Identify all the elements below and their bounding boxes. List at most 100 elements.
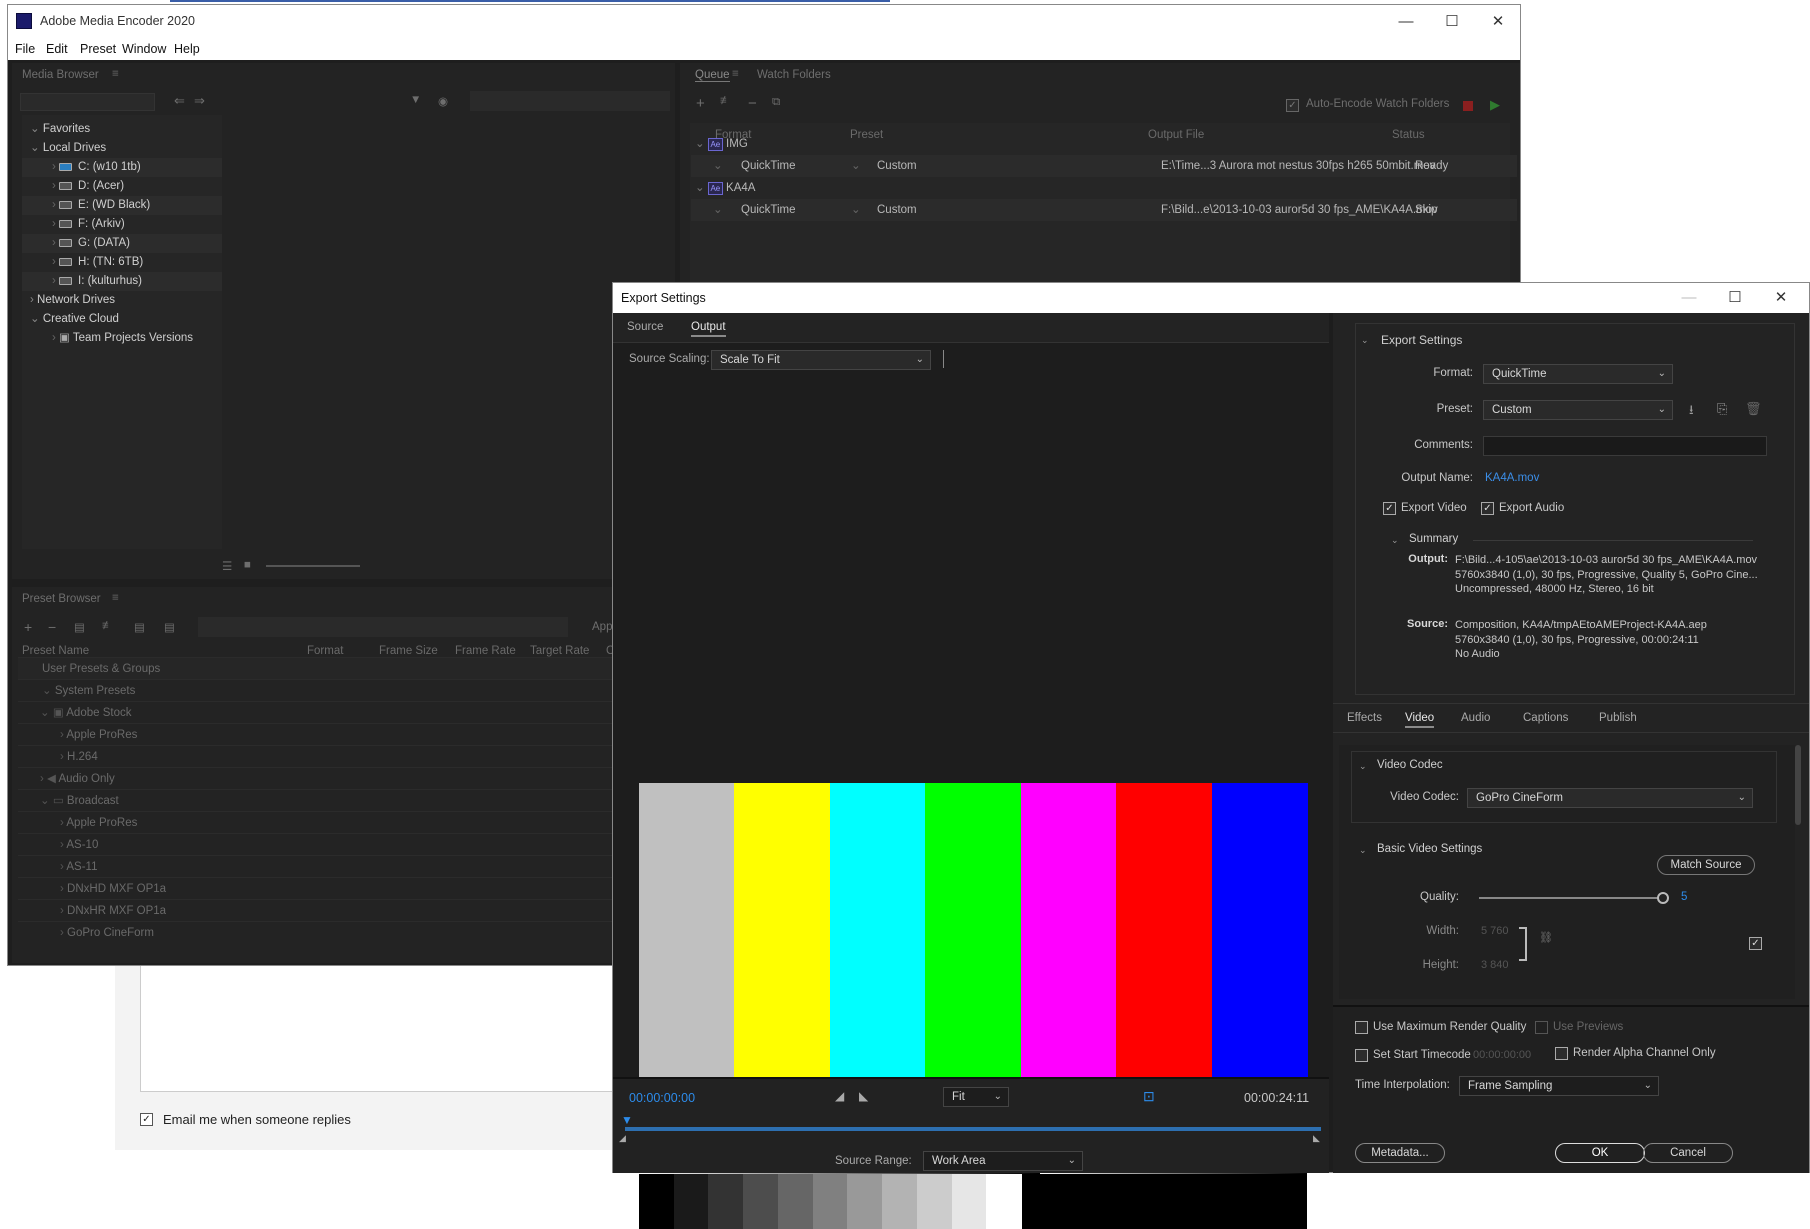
- timeline-scrubber[interactable]: [625, 1127, 1321, 1131]
- chain-link-icon[interactable]: ⛓: [1539, 931, 1553, 944]
- menu-help[interactable]: Help: [174, 42, 200, 56]
- summary-chevron-icon[interactable]: ⌄: [1391, 535, 1399, 546]
- icon-view-icon[interactable]: ■: [244, 559, 251, 571]
- tree-drive-d[interactable]: › D: (Acer): [22, 177, 222, 196]
- preset-broadcast[interactable]: ⌄ ▭ Broadcast: [18, 789, 618, 811]
- delete-preset-icon[interactable]: 🗑: [1745, 401, 1762, 417]
- current-timecode[interactable]: 00:00:00:00: [629, 1091, 695, 1105]
- source-range-dropdown[interactable]: Work Area ⌄: [923, 1151, 1083, 1171]
- close-icon[interactable]: ✕: [1486, 11, 1510, 33]
- new-preset-icon[interactable]: +: [24, 619, 32, 635]
- export-maximize-icon[interactable]: ☐: [1723, 287, 1747, 309]
- tab-output[interactable]: Output: [691, 321, 726, 337]
- queue-item-ka4a[interactable]: ⌄ QuickTime ⌄ Custom F:\Bild...e\2013-10…: [691, 199, 1517, 221]
- tree-team-projects[interactable]: › ▣ Team Projects Versions: [22, 329, 222, 348]
- basic-video-chevron-icon[interactable]: ⌄: [1359, 845, 1367, 856]
- comments-input[interactable]: [1483, 436, 1767, 456]
- preset-as10[interactable]: › AS-10: [18, 833, 618, 855]
- queue-menu-icon[interactable]: ≡: [732, 68, 739, 80]
- tab-watch-folders[interactable]: Watch Folders: [757, 69, 831, 81]
- cancel-button[interactable]: Cancel: [1643, 1143, 1733, 1163]
- menu-window[interactable]: Window: [122, 42, 166, 56]
- preset-broadcast-prores[interactable]: › Apple ProRes: [18, 811, 618, 833]
- preset-dropdown[interactable]: Custom ⌄: [1483, 400, 1673, 420]
- metadata-button[interactable]: Metadata...: [1355, 1143, 1445, 1163]
- filter-icon[interactable]: ▼: [410, 94, 421, 106]
- remove-icon[interactable]: −: [748, 95, 757, 112]
- preset-audio-only[interactable]: › ◀ Audio Only: [18, 767, 618, 789]
- out-point-marker[interactable]: ◣: [1313, 1133, 1320, 1144]
- menu-file[interactable]: File: [15, 42, 35, 56]
- tree-drive-c[interactable]: › C: (w10 1tb): [22, 158, 222, 177]
- in-point-marker[interactable]: ◢: [619, 1133, 626, 1144]
- tab-queue[interactable]: Queue: [695, 69, 730, 82]
- preset-apple-prores[interactable]: › Apple ProRes: [18, 723, 618, 745]
- user-presets-group[interactable]: User Presets & Groups: [18, 657, 618, 679]
- width-value[interactable]: 5 760: [1481, 925, 1509, 937]
- queue-settings-icon[interactable]: ≢: [720, 95, 732, 107]
- view-icon[interactable]: ◉: [438, 94, 448, 108]
- stop-icon[interactable]: [1463, 101, 1473, 111]
- system-presets-group[interactable]: ⌄ System Presets: [18, 679, 618, 701]
- set-in-point-icon[interactable]: ◢: [835, 1089, 844, 1103]
- export-video-checkbox[interactable]: ✓: [1383, 502, 1396, 515]
- start-timecode-checkbox[interactable]: [1355, 1049, 1368, 1062]
- email-replies-option[interactable]: ✓ Email me when someone replies: [140, 1112, 351, 1127]
- tree-favorites[interactable]: ⌄ Favorites: [22, 120, 222, 139]
- tree-drive-g[interactable]: › G: (DATA): [22, 234, 222, 253]
- import-preset-icon[interactable]: ⎘: [1717, 401, 1727, 417]
- zoom-slider[interactable]: [266, 565, 360, 567]
- preset-gopro[interactable]: › GoPro CineForm: [18, 921, 618, 943]
- tab-captions[interactable]: Captions: [1523, 712, 1568, 724]
- location-dropdown[interactable]: [20, 93, 155, 111]
- queue-group-ka4a[interactable]: ⌄ Ae KA4A: [691, 177, 1517, 199]
- add-source-icon[interactable]: +: [696, 95, 705, 112]
- duplicate-icon[interactable]: ⧉: [772, 96, 780, 109]
- export-close-icon[interactable]: ✕: [1769, 287, 1793, 309]
- tree-network-drives[interactable]: › Network Drives: [22, 291, 222, 310]
- auto-encode-checkbox[interactable]: ✓: [1286, 99, 1299, 112]
- media-search-input[interactable]: [470, 91, 670, 111]
- back-arrow-icon[interactable]: ⇐: [174, 93, 185, 109]
- tab-publish[interactable]: Publish: [1599, 712, 1637, 724]
- tab-audio[interactable]: Audio: [1461, 712, 1490, 724]
- playhead-icon[interactable]: ▼: [621, 1113, 633, 1127]
- preset-adobe-stock[interactable]: ⌄ ▣ Adobe Stock: [18, 701, 618, 723]
- aspect-correction-icon[interactable]: ⊡: [1143, 1088, 1155, 1105]
- tab-effects[interactable]: Effects: [1347, 712, 1382, 724]
- quality-value[interactable]: 5: [1681, 891, 1687, 903]
- panel-menu-icon[interactable]: ≡: [112, 68, 119, 80]
- save-preset-icon[interactable]: ⭳: [1689, 401, 1694, 423]
- collapse-chevron-icon[interactable]: ⌄: [1361, 335, 1369, 346]
- queue-item-img[interactable]: ⌄ QuickTime ⌄ Custom E:\Time...3 Aurora …: [691, 155, 1517, 177]
- video-codec-chevron-icon[interactable]: ⌄: [1359, 761, 1367, 772]
- tree-drive-e[interactable]: › E: (WD Black): [22, 196, 222, 215]
- format-dropdown[interactable]: QuickTime ⌄: [1483, 364, 1673, 384]
- quality-slider-thumb[interactable]: [1657, 892, 1670, 904]
- export-minimize-icon[interactable]: —: [1677, 287, 1701, 309]
- fit-dropdown[interactable]: Fit ⌄: [943, 1087, 1009, 1107]
- forward-arrow-icon[interactable]: ⇒: [194, 93, 205, 109]
- settings-scrollbar[interactable]: [1795, 745, 1801, 825]
- set-out-point-icon[interactable]: ◣: [859, 1089, 868, 1103]
- output-name-link[interactable]: KA4A.mov: [1485, 472, 1539, 484]
- time-interpolation-dropdown[interactable]: Frame Sampling ⌄: [1459, 1076, 1659, 1096]
- tree-drive-f[interactable]: › F: (Arkiv): [22, 215, 222, 234]
- tab-source[interactable]: Source: [627, 321, 663, 333]
- source-scaling-dropdown[interactable]: Scale To Fit ⌄: [711, 350, 931, 370]
- preset-settings-icon[interactable]: ≢: [102, 620, 114, 632]
- tab-video[interactable]: Video: [1405, 712, 1435, 728]
- preset-dnxhd[interactable]: › DNxHD MXF OP1a: [18, 877, 618, 899]
- comment-textbox[interactable]: [140, 960, 620, 1092]
- tree-drive-h[interactable]: › H: (TN: 6TB): [22, 253, 222, 272]
- list-view-icon[interactable]: ☰: [222, 559, 232, 573]
- menu-edit[interactable]: Edit: [46, 42, 68, 56]
- match-source-button[interactable]: Match Source: [1657, 855, 1755, 875]
- preset-search-input[interactable]: [198, 617, 568, 637]
- tree-local-drives[interactable]: ⌄ Local Drives: [22, 139, 222, 158]
- scale-checkbox[interactable]: ✓: [1749, 937, 1762, 950]
- email-replies-checkbox[interactable]: ✓: [140, 1113, 153, 1126]
- menu-preset[interactable]: Preset: [80, 42, 116, 56]
- minimize-icon[interactable]: —: [1394, 11, 1418, 33]
- height-value[interactable]: 3 840: [1481, 959, 1509, 971]
